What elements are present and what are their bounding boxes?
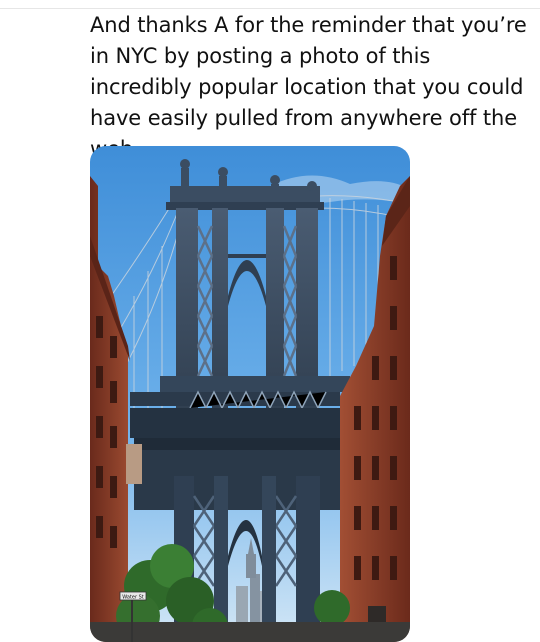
svg-text:Water St: Water St — [122, 595, 144, 601]
manhattan-bridge-photo: Water St — [90, 146, 410, 642]
tweet-body-text: And thanks A for the reminder that you’r… — [90, 13, 527, 161]
tweet-photo[interactable]: Water St — [90, 146, 410, 642]
tweet-view: And thanks A for the reminder that you’r… — [0, 0, 540, 642]
divider — [0, 8, 540, 9]
